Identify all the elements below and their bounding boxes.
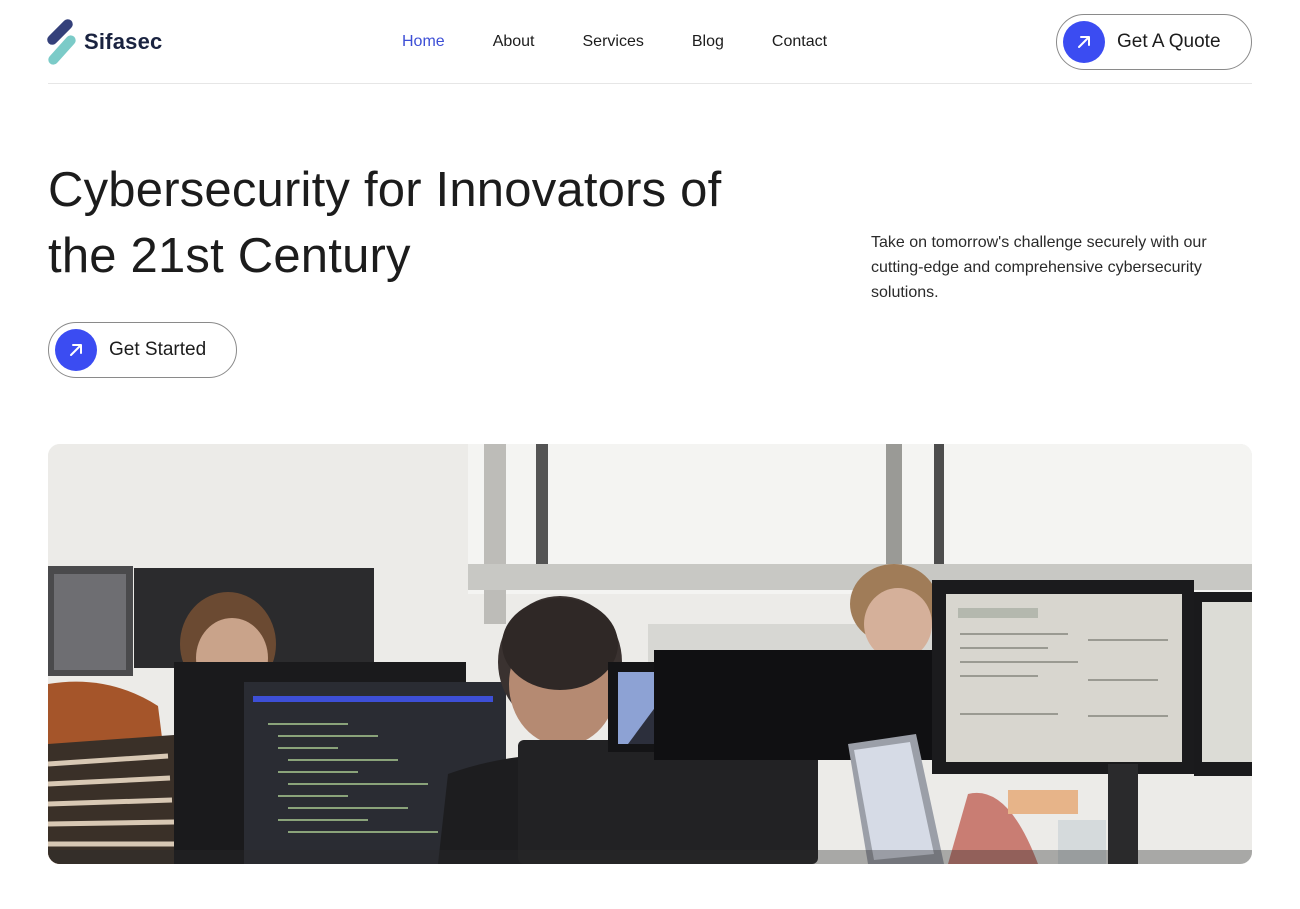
main-nav: Home About Services Blog Contact [402, 30, 827, 54]
get-a-quote-button[interactable]: Get A Quote [1056, 14, 1252, 70]
hero-description: Take on tomorrow's challenge securely wi… [871, 234, 1207, 301]
brand-name: Sifasec [84, 29, 163, 54]
nav-link-contact[interactable]: Contact [772, 30, 827, 54]
nav-link-services[interactable]: Services [583, 30, 644, 54]
hero-title: Cybersecurity for Innovators of the 21st… [48, 157, 808, 289]
brand-logo[interactable]: Sifasec [45, 17, 163, 67]
hero-title-line1: Cybersecurity for Innovators of [48, 163, 722, 217]
hero-title-line2: the 21st Century [48, 229, 411, 283]
logo-mark-icon [45, 17, 80, 67]
nav-link-blog[interactable]: Blog [692, 30, 724, 54]
arrow-up-right-icon [1063, 21, 1105, 63]
get-started-label: Get Started [109, 339, 207, 360]
get-a-quote-label: Get A Quote [1117, 31, 1221, 52]
get-started-button[interactable]: Get Started [48, 322, 237, 378]
site-header: Sifasec Home About Services Blog Contact… [45, 0, 1252, 84]
nav-link-about[interactable]: About [493, 30, 535, 54]
arrow-up-right-icon [55, 329, 97, 371]
hero-office-photo [48, 444, 1252, 864]
nav-link-home[interactable]: Home [402, 30, 445, 54]
